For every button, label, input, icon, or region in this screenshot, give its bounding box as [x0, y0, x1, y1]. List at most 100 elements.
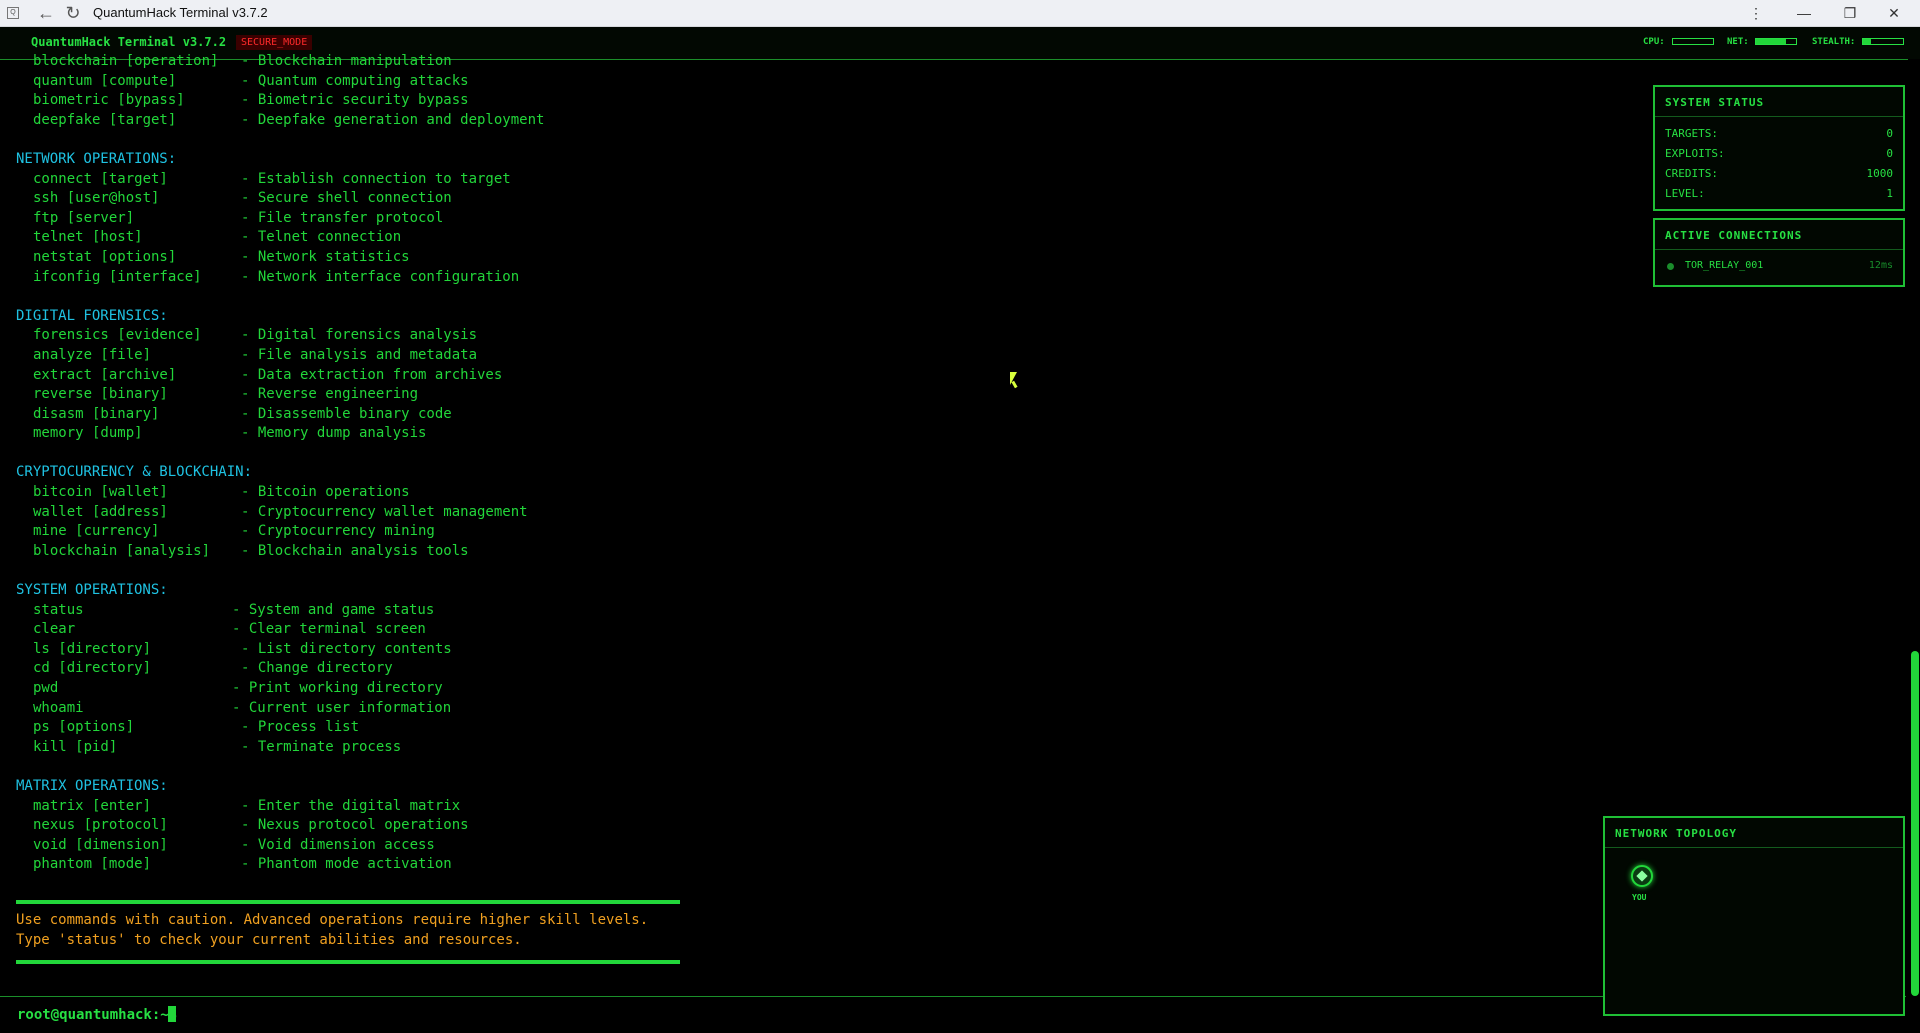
- command-description: - Reverse engineering: [241, 386, 419, 403]
- warning-line-1: Use commands with caution. Advanced oper…: [16, 912, 649, 928]
- section-header: NETWORK OPERATIONS:: [16, 150, 177, 167]
- command-description: - Print working directory: [232, 680, 443, 696]
- command-name: netstat [options]: [33, 248, 177, 265]
- command-line: status - System and game status: [16, 601, 696, 621]
- command-line: ifconfig [interface] - Network interface …: [16, 268, 696, 288]
- command-name: status: [33, 601, 84, 618]
- command-line: ftp [server] - File transfer protocol: [16, 209, 696, 229]
- back-arrow-icon[interactable]: ←: [35, 2, 57, 24]
- command-line: connect [target] - Establish connection t…: [16, 170, 696, 190]
- command-description: - Secure shell connection: [241, 190, 452, 207]
- stealth-meter: [1862, 38, 1904, 45]
- command-name: ssh [user@host]: [33, 190, 160, 207]
- status-dot-icon: [1667, 263, 1674, 270]
- net-meter: [1755, 38, 1797, 45]
- command-name: nexus [protocol]: [33, 817, 168, 834]
- network-topology-title: NETWORK TOPOLOGY: [1615, 827, 1737, 840]
- command-name: extract [archive]: [33, 366, 177, 383]
- command-name: matrix [enter]: [33, 797, 152, 814]
- command-line: matrix [enter] - Enter the digital matrix: [16, 797, 696, 817]
- app-icon: Q: [7, 7, 19, 19]
- close-icon[interactable]: ✕: [1881, 2, 1907, 24]
- command-name: connect [target]: [33, 170, 168, 187]
- network-topology-panel: NETWORK TOPOLOGY YOU: [1603, 816, 1905, 1016]
- command-line: mine [currency] - Cryptocurrency mining: [16, 522, 696, 542]
- command-name: wallet [address]: [33, 503, 168, 520]
- command-line: telnet [host] - Telnet connection: [16, 228, 696, 248]
- command-description: - List directory contents: [241, 640, 452, 657]
- stat-exploits: EXPLOITS: 0: [1665, 147, 1893, 160]
- window-title: QuantumHack Terminal v3.7.2: [93, 5, 268, 20]
- command-line: extract [archive] - Data extraction from …: [16, 366, 696, 386]
- command-description: - System and game status: [232, 601, 435, 618]
- secure-mode-badge: SECURE_MODE: [236, 35, 313, 50]
- command-description: - Network interface configuration: [241, 268, 520, 285]
- command-name: kill [pid]: [33, 738, 118, 755]
- command-name: memory [dump]: [33, 425, 143, 442]
- command-line: biometric [bypass] - Biometric security b…: [16, 91, 696, 111]
- system-status-panel: SYSTEM STATUS TARGETS: 0 EXPLOITS: 0 CRE…: [1653, 85, 1905, 211]
- command-line: blockchain [operation] - Blockchain manip…: [16, 52, 696, 72]
- command-description: - Clear terminal screen: [232, 621, 426, 638]
- command-description: - Network statistics: [241, 248, 410, 265]
- command-description: - Cryptocurrency wallet management: [241, 503, 528, 520]
- command-line: reverse [binary] - Reverse engineering: [16, 385, 696, 405]
- more-vertical-icon[interactable]: ⋮: [1743, 2, 1769, 24]
- command-description: - Quantum computing attacks: [241, 72, 469, 89]
- command-name: telnet [host]: [33, 229, 143, 246]
- command-line: pwd - Print working directory: [16, 679, 696, 699]
- command-name: ftp [server]: [33, 209, 135, 226]
- node-label-you: YOU: [1632, 893, 1647, 902]
- stealth-meter-label: STEALTH:: [1812, 37, 1856, 47]
- command-description: - Phantom mode activation: [241, 856, 452, 873]
- command-name: disasm [binary]: [33, 405, 160, 422]
- command-name: bitcoin [wallet]: [33, 484, 168, 501]
- command-description: - Data extraction from archives: [241, 366, 503, 383]
- command-line: deepfake [target] - Deepfake generation a…: [16, 111, 696, 131]
- command-name: reverse [binary]: [33, 386, 168, 403]
- command-description: - Bitcoin operations: [241, 484, 410, 501]
- minimize-icon[interactable]: —: [1791, 2, 1817, 24]
- command-description: - Digital forensics analysis: [241, 327, 478, 344]
- command-description: - File transfer protocol: [241, 209, 444, 226]
- browser-titlebar: Q ← ↻ QuantumHack Terminal v3.7.2 ⋮ — ❐ …: [0, 0, 1920, 27]
- command-name: pwd: [33, 680, 59, 696]
- command-description: - Change directory: [241, 660, 393, 677]
- restore-icon[interactable]: ❐: [1837, 2, 1863, 24]
- stat-level: LEVEL: 1: [1665, 187, 1893, 200]
- command-line: wallet [address] - Cryptocurrency wallet …: [16, 503, 696, 523]
- cpu-meter: [1672, 38, 1714, 45]
- command-description: - Disassemble binary code: [241, 405, 452, 422]
- command-name: void [dimension]: [33, 836, 168, 853]
- command-name: ls [directory]: [33, 640, 152, 657]
- command-line: analyze [file] - File analysis and metada…: [16, 346, 696, 366]
- stat-credits: CREDITS: 1000: [1665, 167, 1893, 180]
- command-line: void [dimension] - Void dimension access: [16, 836, 696, 856]
- divider-bottom: [16, 960, 680, 964]
- command-name: ifconfig [interface]: [33, 268, 202, 285]
- section-header: SYSTEM OPERATIONS:: [16, 582, 168, 599]
- command-line: whoami - Current user information: [16, 699, 696, 719]
- scrollbar-thumb[interactable]: [1911, 651, 1919, 996]
- section-header: DIGITAL FORENSICS:: [16, 307, 168, 324]
- command-line: ssh [user@host] - Secure shell connection: [16, 189, 696, 209]
- command-description: - Blockchain manipulation: [241, 53, 452, 69]
- command-line: disasm [binary] - Disassemble binary code: [16, 405, 696, 425]
- command-name: biometric [bypass]: [33, 92, 185, 109]
- connection-name: TOR_RELAY_001: [1685, 260, 1764, 271]
- command-description: - Deepfake generation and deployment: [241, 111, 545, 128]
- stat-targets: TARGETS: 0: [1665, 127, 1893, 140]
- command-description: - File analysis and metadata: [241, 346, 478, 363]
- reload-icon[interactable]: ↻: [62, 2, 84, 24]
- command-name: analyze [file]: [33, 346, 152, 363]
- command-description: - Blockchain analysis tools: [241, 542, 469, 559]
- prompt-label: root@quantumhack:~$: [17, 1007, 178, 1023]
- command-line: blockchain [analysis] - Blockchain analys…: [16, 542, 696, 562]
- command-description: - Nexus protocol operations: [241, 817, 469, 834]
- command-description: - Cryptocurrency mining: [241, 523, 435, 540]
- diamond-node-icon[interactable]: [1631, 865, 1653, 887]
